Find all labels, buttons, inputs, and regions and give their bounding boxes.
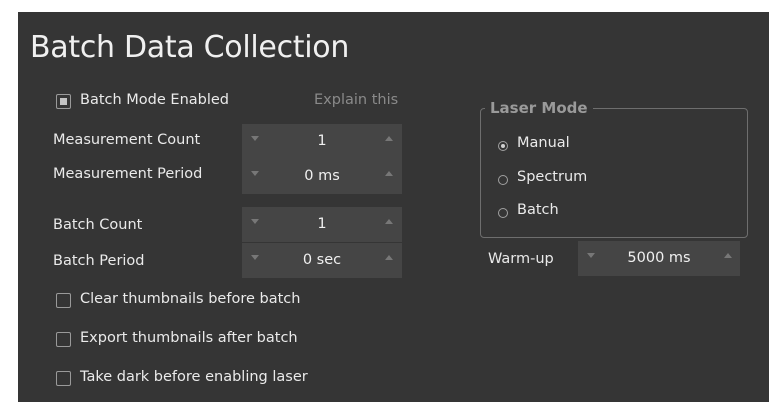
decrement-icon[interactable] (251, 255, 259, 260)
decrement-icon[interactable] (251, 219, 259, 224)
batch-mode-label: Batch Mode Enabled (80, 92, 230, 108)
laser-mode-batch-label[interactable]: Batch (517, 202, 559, 218)
export-thumbnails-label: Export thumbnails after batch (80, 330, 298, 346)
clear-thumbnails-checkbox[interactable] (56, 293, 71, 308)
page-title: Batch Data Collection (30, 30, 350, 65)
measurement-count-spinbox[interactable]: 1 (242, 124, 402, 159)
warmup-label: Warm-up (488, 251, 554, 267)
laser-mode-manual-radio[interactable] (498, 141, 508, 151)
laser-mode-spectrum-label[interactable]: Spectrum (517, 169, 587, 185)
batch-count-value: 1 (317, 216, 327, 232)
increment-icon[interactable] (385, 171, 393, 176)
measurement-period-spinbox[interactable]: 0 ms (242, 159, 402, 194)
measurement-count-label: Measurement Count (53, 132, 201, 148)
decrement-icon[interactable] (587, 253, 595, 258)
batch-count-label: Batch Count (53, 217, 143, 233)
increment-icon[interactable] (724, 253, 732, 258)
measurement-period-value: 0 ms (304, 168, 340, 184)
batch-count-spinbox[interactable]: 1 (242, 207, 402, 242)
take-dark-checkbox[interactable] (56, 371, 71, 386)
laser-mode-batch-radio[interactable] (498, 208, 508, 218)
laser-mode-spectrum-radio[interactable] (498, 175, 508, 185)
batch-period-label: Batch Period (53, 253, 145, 269)
export-thumbnails-checkbox[interactable] (56, 332, 71, 347)
warmup-value: 5000 ms (627, 250, 691, 266)
clear-thumbnails-label: Clear thumbnails before batch (80, 291, 301, 307)
increment-icon[interactable] (385, 219, 393, 224)
laser-mode-manual-label[interactable]: Manual (517, 135, 570, 151)
warmup-spinbox[interactable]: 5000 ms (578, 241, 740, 276)
take-dark-label: Take dark before enabling laser (80, 369, 308, 385)
batch-period-spinbox[interactable]: 0 sec (242, 243, 402, 278)
decrement-icon[interactable] (251, 136, 259, 141)
measurement-period-label: Measurement Period (53, 166, 203, 182)
batch-period-value: 0 sec (302, 252, 342, 268)
batch-mode-checkbox[interactable] (56, 94, 71, 109)
explain-this-link[interactable]: Explain this (314, 92, 398, 108)
measurement-count-value: 1 (317, 133, 327, 149)
increment-icon[interactable] (385, 136, 393, 141)
increment-icon[interactable] (385, 255, 393, 260)
decrement-icon[interactable] (251, 171, 259, 176)
laser-mode-title: Laser Mode (485, 99, 593, 117)
